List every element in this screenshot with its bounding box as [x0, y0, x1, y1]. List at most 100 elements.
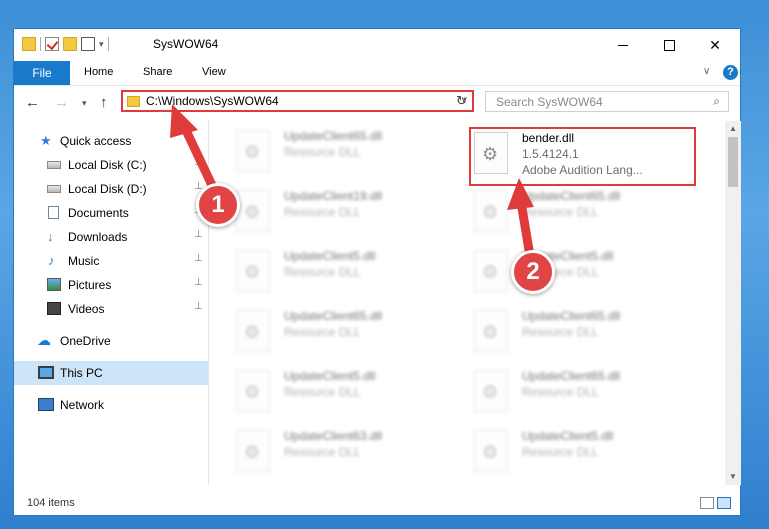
- file-item[interactable]: ⚙ UpdateClient65.dll Resource DLL: [236, 127, 464, 181]
- sidebar-item-label: Network: [60, 398, 105, 412]
- file-type: Resource DLL: [284, 325, 361, 339]
- dll-file-icon: ⚙: [236, 310, 270, 352]
- file-item[interactable]: ⚙ UpdateClient19.dll Resource DLL: [236, 187, 464, 241]
- tab-home[interactable]: Home: [84, 66, 113, 78]
- scroll-down-icon[interactable]: ▼: [725, 469, 741, 485]
- tab-share[interactable]: Share: [143, 66, 172, 78]
- up-button[interactable]: ↑: [100, 94, 108, 111]
- sidebar-item-pictures[interactable]: Pictures ⊥: [14, 273, 208, 297]
- close-button[interactable]: ✕: [692, 29, 738, 61]
- toolbar-dropdown-icon[interactable]: ▾: [99, 39, 104, 50]
- file-name: UpdateClient65.dll: [522, 369, 621, 383]
- file-name: UpdateClient65.dll: [522, 309, 621, 323]
- sidebar-item-label: Videos: [68, 302, 105, 316]
- status-bar: 104 items: [14, 493, 740, 515]
- scroll-thumb[interactable]: [728, 137, 738, 187]
- pin-icon: ⊥: [194, 301, 203, 312]
- refresh-button[interactable]: ↻: [451, 90, 474, 112]
- file-item[interactable]: ⚙ UpdateClient65.dll Resource DLL: [236, 307, 464, 361]
- scroll-up-icon[interactable]: ▲: [725, 121, 741, 137]
- customize-toolbar-icon[interactable]: [81, 37, 95, 51]
- sidebar-item-label: Pictures: [68, 278, 112, 292]
- address-path[interactable]: C:\Windows\SysWOW64: [146, 94, 279, 108]
- sidebar-item-label: Local Disk (D:): [68, 182, 147, 196]
- file-item[interactable]: ⚙ UpdateClient65.dll Resource DLL: [474, 367, 702, 421]
- sidebar-item-label: Quick access: [60, 134, 132, 148]
- file-list: ⚙ UpdateClient65.dll Resource DLL ⚙ Upda…: [210, 121, 724, 485]
- dll-file-icon: ⚙: [474, 370, 508, 412]
- dll-file-icon: ⚙: [474, 190, 508, 232]
- drive-icon: [47, 185, 61, 193]
- details-view-icon[interactable]: [700, 497, 714, 509]
- file-item[interactable]: ⚙ UpdateClient5.dll Resource DLL: [474, 427, 702, 481]
- pin-icon: ⊥: [194, 277, 203, 288]
- back-button[interactable]: ←: [25, 94, 40, 111]
- address-bar[interactable]: C:\Windows\SysWOW64 ∨: [121, 90, 474, 112]
- tab-view[interactable]: View: [202, 66, 226, 78]
- file-type: Resource DLL: [522, 205, 599, 219]
- sidebar-item-local-disk-c[interactable]: Local Disk (C:) ⊥: [14, 153, 208, 177]
- vertical-scrollbar[interactable]: ▲ ▼: [725, 121, 741, 485]
- pin-icon: ⊥: [194, 157, 203, 168]
- pin-icon: ⊥: [194, 253, 203, 264]
- recent-locations-button[interactable]: ▾: [82, 98, 87, 109]
- minimize-button[interactable]: [600, 29, 646, 61]
- step-badge-1: 1: [196, 183, 240, 227]
- maximize-button[interactable]: [646, 29, 692, 61]
- file-item[interactable]: ⚙ UpdateClient5.dll Resource DLL: [474, 247, 702, 301]
- large-icons-view-icon[interactable]: [717, 497, 731, 509]
- folder-icon[interactable]: [22, 37, 36, 51]
- tab-file[interactable]: File: [14, 61, 70, 85]
- file-name: UpdateClient65.dll: [522, 189, 621, 203]
- sidebar-item-local-disk-d[interactable]: Local Disk (D:) ⊥: [14, 177, 208, 201]
- expand-ribbon-icon[interactable]: ∨: [703, 66, 710, 77]
- minimize-icon: [618, 44, 628, 46]
- file-name: UpdateClient5.dll: [522, 429, 614, 443]
- file-item[interactable]: ⚙ UpdateClient5.dll Resource DLL: [236, 367, 464, 421]
- step-badge-2: 2: [511, 250, 555, 294]
- help-icon[interactable]: ?: [723, 65, 738, 80]
- file-type: Resource DLL: [284, 385, 361, 399]
- properties-check-icon[interactable]: [45, 37, 59, 51]
- file-explorer-window: ▾ SysWOW64 ✕ File Home Share View ∨ ? ← …: [13, 28, 741, 516]
- sidebar-item-downloads[interactable]: ↓ Downloads ⊥: [14, 225, 208, 249]
- onedrive-icon: ☁: [37, 332, 51, 348]
- dll-file-icon: ⚙: [236, 130, 270, 172]
- file-name: UpdateClient5.dll: [284, 249, 376, 263]
- search-box[interactable]: Search SysWOW64 ⌕: [485, 91, 729, 112]
- close-icon: ✕: [709, 36, 721, 53]
- highlight-box-bender: [469, 127, 696, 186]
- file-item[interactable]: ⚙ UpdateClient63.dll Resource DLL: [236, 427, 464, 481]
- folder-icon: [127, 96, 140, 107]
- file-type: Resource DLL: [522, 325, 599, 339]
- pane-divider[interactable]: [208, 121, 209, 485]
- file-item[interactable]: ⚙ UpdateClient65.dll Resource DLL: [474, 307, 702, 361]
- quick-access-toolbar: ▾: [22, 37, 109, 51]
- dll-file-icon: ⚙: [236, 430, 270, 472]
- sidebar-item-label: Local Disk (C:): [68, 158, 147, 172]
- file-type: Resource DLL: [284, 205, 361, 219]
- dll-file-icon: ⚙: [236, 250, 270, 292]
- sidebar-item-quick-access[interactable]: ★ Quick access: [14, 129, 208, 153]
- sidebar-item-music[interactable]: ♪ Music ⊥: [14, 249, 208, 273]
- file-item[interactable]: ⚙ UpdateClient5.dll Resource DLL: [236, 247, 464, 301]
- dll-file-icon: ⚙: [236, 190, 270, 232]
- this-pc-icon: [38, 366, 54, 379]
- pin-icon: ⊥: [194, 229, 203, 240]
- search-icon[interactable]: ⌕: [713, 94, 720, 109]
- title-bar: ▾ SysWOW64 ✕: [14, 29, 740, 61]
- sidebar-item-videos[interactable]: Videos ⊥: [14, 297, 208, 321]
- file-type: Resource DLL: [284, 145, 361, 159]
- sidebar-item-this-pc[interactable]: This PC: [14, 361, 208, 385]
- file-item[interactable]: ⚙ UpdateClient65.dll Resource DLL: [474, 187, 702, 241]
- pictures-icon: [47, 278, 61, 291]
- dll-file-icon: ⚙: [474, 250, 508, 292]
- new-folder-icon[interactable]: [63, 37, 77, 51]
- forward-button[interactable]: →: [54, 94, 69, 111]
- sidebar-item-onedrive[interactable]: ☁ OneDrive: [14, 329, 208, 353]
- file-name: UpdateClient63.dll: [284, 429, 383, 443]
- sidebar-item-network[interactable]: Network: [14, 393, 208, 417]
- file-name: UpdateClient19.dll: [284, 189, 383, 203]
- drive-icon: [47, 161, 61, 169]
- sidebar-item-documents[interactable]: Documents ⊥: [14, 201, 208, 225]
